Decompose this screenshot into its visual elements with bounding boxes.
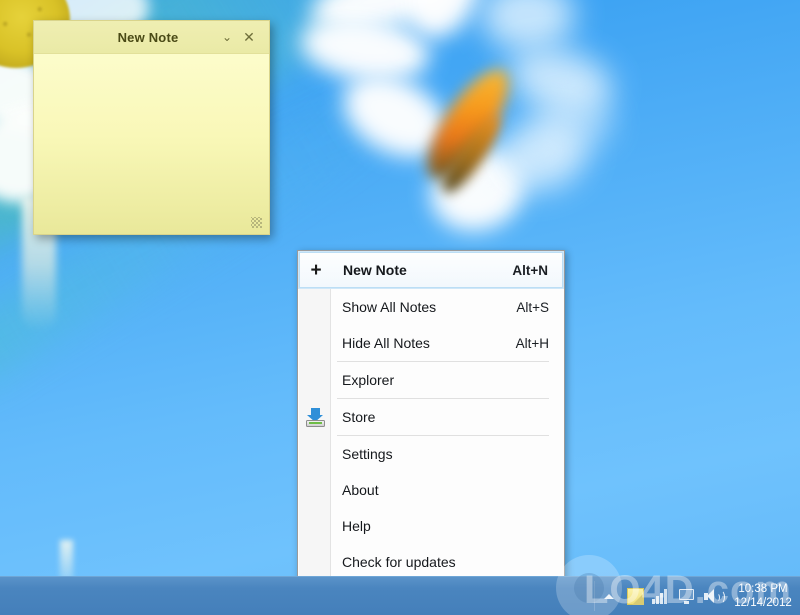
menu-item-label: New Note [343,262,407,278]
menu-item-new-note[interactable]: + New Note Alt+N [298,251,564,289]
download-icon [299,399,331,435]
petal [480,0,575,50]
chevron-down-icon[interactable]: ⌄ [216,26,238,48]
menu-item-explorer[interactable]: Explorer [299,362,563,398]
taskbar[interactable]: 10:38 PM 12/14/2012 [0,576,800,615]
chevron-up-icon [604,593,614,599]
speaker-icon [704,588,725,604]
sticky-note-tray-icon[interactable] [622,577,648,615]
tray-context-menu[interactable]: + New Note Alt+N Show All Notes Alt+S Hide Al… [297,250,565,615]
resize-grip[interactable] [251,217,262,228]
sticky-note-titlebar[interactable]: New Note ⌄ ✕ [34,21,269,54]
menu-item-label: Explorer [342,372,395,388]
menu-item-label: Hide All Notes [342,335,430,351]
tray-divider [594,581,595,611]
menu-item-store[interactable]: Store [299,399,563,435]
menu-item-check-for-updates[interactable]: Check for updates [299,544,563,580]
menu-item-help[interactable]: Help [299,508,563,544]
volume-tray-icon[interactable] [700,577,726,615]
petal [535,95,613,150]
menu-item-hide-all-notes[interactable]: Hide All Notes Alt+H [299,325,563,361]
menu-item-shortcut: Alt+S [516,299,549,315]
menu-item-shortcut: Alt+H [515,335,549,351]
plus-icon: + [310,259,322,281]
clock[interactable]: 10:38 PM 12/14/2012 [726,577,800,615]
sticky-note-title: New Note [117,29,179,45]
monitor-icon [678,588,696,604]
menu-item-label: Help [342,518,371,534]
clock-time: 10:38 PM [738,583,788,595]
sticky-note-body[interactable] [34,54,269,234]
sticky-note-window[interactable]: New Note ⌄ ✕ [33,20,270,235]
close-icon[interactable]: ✕ [238,26,260,48]
display-tray-icon[interactable] [674,577,700,615]
note-glyph [626,587,644,605]
network-icon [652,588,670,604]
menu-item-show-all-notes[interactable]: Show All Notes Alt+S [299,289,563,325]
network-tray-icon[interactable] [648,577,674,615]
clock-date: 12/14/2012 [734,597,792,609]
menu-item-settings[interactable]: Settings [299,436,563,472]
menu-item-list: + New Note Alt+N Show All Notes Alt+S Hide Al… [298,251,564,615]
show-hidden-icons-button[interactable] [596,577,622,615]
wallpaper-daisy-main [296,0,760,290]
menu-item-label: Check for updates [342,554,456,570]
menu-item-label: Settings [342,446,393,462]
menu-item-shortcut: Alt+N [512,262,548,278]
menu-item-label: Show All Notes [342,299,437,315]
menu-item-label: Store [342,409,376,425]
menu-item-label: About [342,482,379,498]
menu-item-about[interactable]: About [299,472,563,508]
screen: New Note ⌄ ✕ + New Note Alt+N Show All Note… [0,0,800,615]
system-tray: 10:38 PM 12/14/2012 [594,577,800,615]
